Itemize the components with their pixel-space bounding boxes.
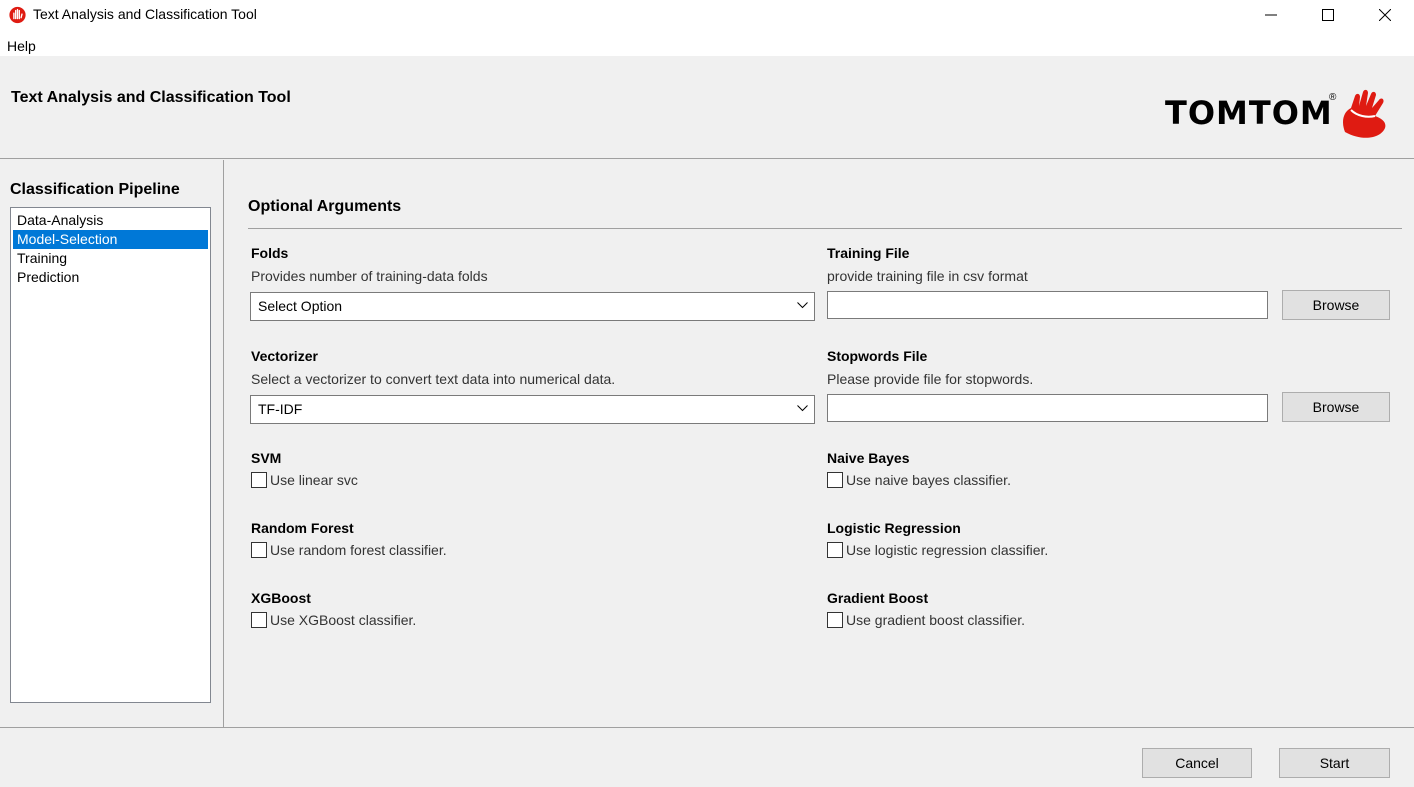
chevron-down-icon (797, 302, 808, 309)
gradient-boost-label: Gradient Boost (827, 590, 929, 606)
menu-bar: Help (0, 30, 1414, 56)
xgboost-option[interactable]: Use XGBoost classifier. (251, 612, 416, 628)
footer-divider (0, 727, 1414, 728)
sidebar-item-training[interactable]: Training (13, 249, 208, 268)
naive-bayes-checkbox[interactable] (827, 472, 843, 488)
tomtom-hand-icon (9, 6, 26, 24)
random-forest-option[interactable]: Use random forest classifier. (251, 542, 447, 558)
naive-bayes-label: Naive Bayes (827, 450, 910, 466)
cancel-button[interactable]: Cancel (1142, 748, 1252, 778)
pipeline-list[interactable]: Data-Analysis Model-Selection Training P… (10, 207, 211, 703)
logo-text: TOMTOM (1165, 94, 1333, 132)
vectorizer-select-value: TF-IDF (258, 401, 303, 417)
gradient-boost-option[interactable]: Use gradient boost classifier. (827, 612, 1025, 628)
naive-bayes-option-label: Use naive bayes classifier. (846, 472, 1011, 488)
svm-label: SVM (251, 450, 282, 466)
stopwords-file-description: Please provide file for stopwords. (827, 371, 1034, 387)
vectorizer-description: Select a vectorizer to convert text data… (251, 371, 616, 387)
maximize-icon (1322, 9, 1334, 21)
title-bar: Text Analysis and Classification Tool (0, 0, 1414, 30)
folds-select-value: Select Option (258, 298, 343, 314)
tomtom-logo: TOMTOM ® (1165, 88, 1395, 142)
svm-option-label: Use linear svc (270, 472, 358, 488)
svm-option[interactable]: Use linear svc (251, 472, 358, 488)
folds-select[interactable]: Select Option (250, 292, 815, 321)
tomtom-hand-icon (1343, 89, 1386, 138)
random-forest-checkbox[interactable] (251, 542, 267, 558)
minimize-button[interactable] (1242, 0, 1300, 30)
training-file-browse-button[interactable]: Browse (1282, 290, 1390, 320)
sidebar-item-model-selection[interactable]: Model-Selection (13, 230, 208, 249)
chevron-down-icon (797, 405, 808, 412)
sidebar-title: Classification Pipeline (10, 181, 180, 198)
stopwords-file-label: Stopwords File (827, 348, 928, 364)
folds-description: Provides number of training-data folds (251, 268, 488, 284)
logistic-regression-option[interactable]: Use logistic regression classifier. (827, 542, 1048, 558)
stopwords-file-input[interactable] (827, 394, 1268, 422)
minimize-icon (1265, 14, 1277, 16)
xgboost-option-label: Use XGBoost classifier. (270, 612, 417, 628)
page-title: Text Analysis and Classification Tool (11, 89, 291, 106)
training-file-input[interactable] (827, 291, 1268, 319)
training-file-label: Training File (827, 245, 910, 261)
window-title: Text Analysis and Classification Tool (33, 6, 257, 22)
vectorizer-label: Vectorizer (251, 348, 318, 364)
vectorizer-select[interactable]: TF-IDF (250, 395, 815, 424)
naive-bayes-option[interactable]: Use naive bayes classifier. (827, 472, 1011, 488)
svm-checkbox[interactable] (251, 472, 267, 488)
sidebar-item-data-analysis[interactable]: Data-Analysis (13, 211, 208, 230)
start-button[interactable]: Start (1279, 748, 1390, 778)
section-title: Optional Arguments (248, 198, 402, 215)
stopwords-file-browse-button[interactable]: Browse (1282, 392, 1390, 422)
maximize-button[interactable] (1299, 0, 1357, 30)
xgboost-label: XGBoost (251, 590, 311, 606)
folds-label: Folds (251, 245, 289, 261)
sidebar-item-prediction[interactable]: Prediction (13, 268, 208, 287)
registered-mark: ® (1329, 92, 1337, 103)
close-icon (1379, 9, 1391, 21)
close-button[interactable] (1356, 0, 1414, 30)
gradient-boost-option-label: Use gradient boost classifier. (846, 612, 1025, 628)
logistic-regression-option-label: Use logistic regression classifier. (846, 542, 1049, 558)
gradient-boost-checkbox[interactable] (827, 612, 843, 628)
section-divider (248, 228, 1402, 229)
sidebar-divider (223, 160, 224, 727)
logistic-regression-checkbox[interactable] (827, 542, 843, 558)
training-file-description: provide training file in csv format (827, 268, 1028, 284)
random-forest-label: Random Forest (251, 520, 354, 536)
menu-help[interactable]: Help (7, 38, 36, 54)
logistic-regression-label: Logistic Regression (827, 520, 961, 536)
app-header: Text Analysis and Classification Tool TO… (0, 56, 1414, 159)
random-forest-option-label: Use random forest classifier. (270, 542, 447, 558)
xgboost-checkbox[interactable] (251, 612, 267, 628)
